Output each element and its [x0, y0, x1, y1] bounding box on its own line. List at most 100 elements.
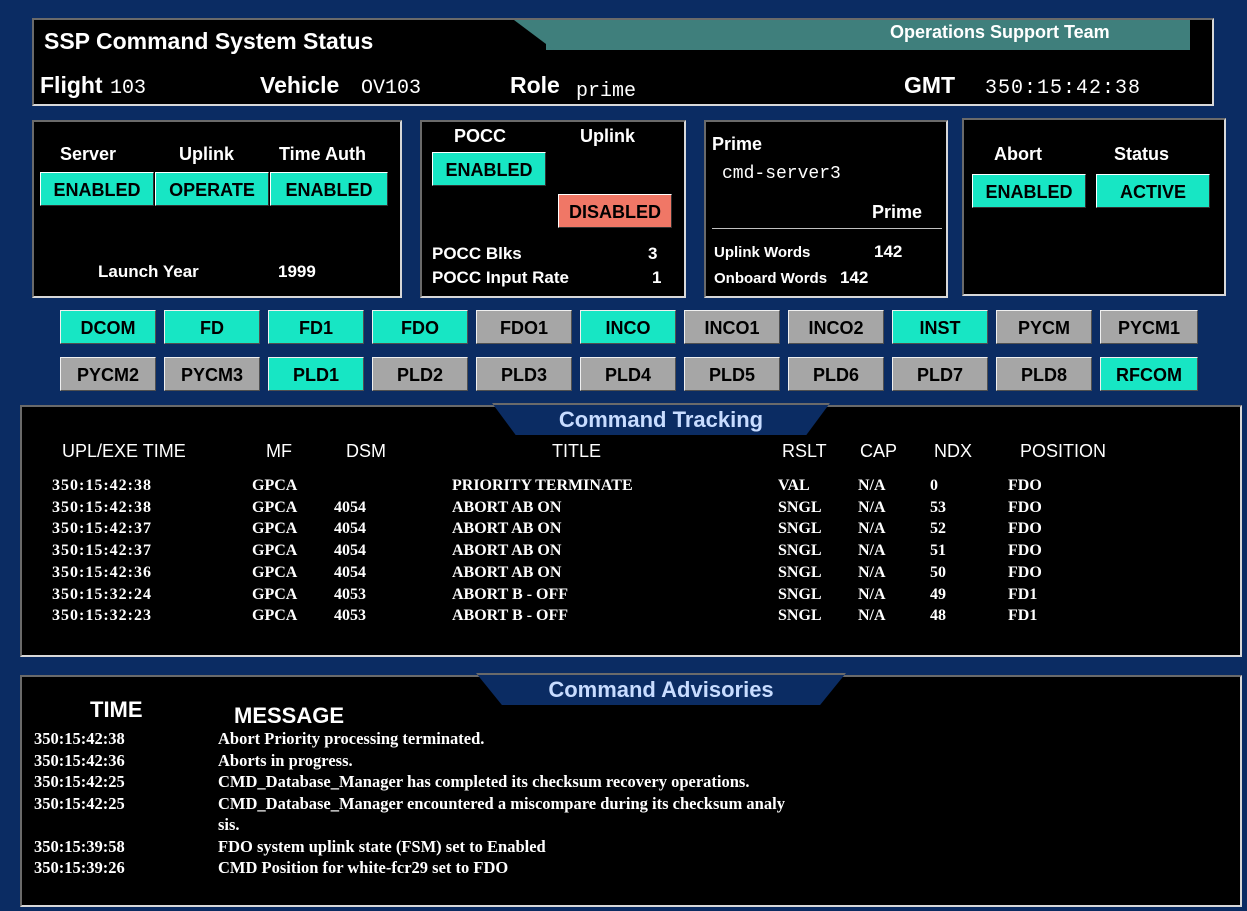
- position-button-pld7[interactable]: PLD7: [892, 357, 988, 391]
- tracking-cell-mf: GPCA: [252, 542, 298, 560]
- advisory-row: 350:15:42:36 Aborts in progress.: [34, 751, 353, 771]
- advisory-header-time: TIME: [90, 697, 143, 722]
- advisory-message: sis.: [218, 815, 240, 834]
- tracking-cell-ndx: 52: [930, 520, 946, 538]
- tracking-row: 350:15:32:23 GPCA 4053 ABORT B - OFF SNGL N/A…: [22, 607, 1240, 627]
- advisory-row: sis.: [34, 815, 240, 835]
- role-label: Role: [510, 72, 560, 98]
- tracking-cell-cap: N/A: [858, 520, 886, 538]
- tracking-cell-cap: N/A: [858, 607, 886, 625]
- abort-label: Abort: [994, 144, 1042, 164]
- tracking-cell-time: 350:15:42:38: [52, 477, 152, 494]
- tracking-cell-mf: GPCA: [252, 477, 298, 494]
- tracking-cell-mf: GPCA: [252, 607, 298, 625]
- server-status-badge: ENABLED: [40, 172, 154, 206]
- tracking-cell-time: 350:15:42:38: [52, 498, 152, 516]
- advisory-time: 350:15:42:25: [34, 772, 125, 791]
- abort-panel: Abort Status ENABLED ACTIVE: [962, 118, 1226, 296]
- col-header-rslt: RSLT: [782, 441, 827, 461]
- tracking-row: 350:15:42:38 GPCA PRIORITY TERMINATE VAL N/A…: [22, 477, 1240, 497]
- position-button-pld4[interactable]: PLD4: [580, 357, 676, 391]
- uplink-words-label: Uplink Words: [714, 244, 811, 261]
- pocc-input-rate-label: POCC Input Rate: [432, 268, 569, 287]
- position-button-pld2[interactable]: PLD2: [372, 357, 468, 391]
- tracking-cell-title: ABORT AB ON: [452, 542, 562, 560]
- header-strip-slant: [514, 20, 554, 50]
- position-button-pycm3[interactable]: PYCM3: [164, 357, 260, 391]
- server-status-panel: Server Uplink Time Auth ENABLED OPERATE …: [32, 120, 402, 298]
- header-panel: SSP Command System Status Operations Sup…: [32, 18, 1214, 106]
- gmt-value: 350:15:42:38: [985, 77, 1142, 100]
- position-button-dcom[interactable]: DCOM: [60, 310, 156, 344]
- position-button-fdo[interactable]: FDO: [372, 310, 468, 344]
- prime-role-value: Prime: [872, 202, 923, 222]
- vehicle-label: Vehicle: [260, 72, 340, 98]
- position-button-pld6[interactable]: PLD6: [788, 357, 884, 391]
- tracking-cell-title: ABORT AB ON: [452, 563, 562, 581]
- tracking-cell-position: FD1: [1008, 607, 1038, 625]
- position-button-pycm[interactable]: PYCM: [996, 310, 1092, 344]
- tracking-cell-time: 350:15:32:23: [52, 607, 152, 625]
- advisory-time: 350:15:39:58: [34, 836, 125, 856]
- tracking-row: 350:15:42:37 GPCA 4054 ABORT AB ON SNGL N/A 52…: [22, 520, 1240, 540]
- status-badge: ACTIVE: [1096, 174, 1210, 208]
- tracking-cell-mf: GPCA: [252, 563, 298, 581]
- advisory-message: CMD Position for white-fcr29 set to FDO: [218, 858, 509, 877]
- uplink-words-value: 142: [874, 242, 903, 261]
- position-button-pycm1[interactable]: PYCM1: [1100, 310, 1198, 344]
- tracking-cell-title: ABORT AB ON: [452, 498, 562, 516]
- tracking-cell-cap: N/A: [858, 542, 886, 560]
- abort-status-label: Status: [1114, 144, 1170, 164]
- tracking-cell-mf: GPCA: [252, 498, 298, 516]
- tracking-cell-dsm: 4053: [334, 585, 366, 603]
- tracking-cell-dsm: 4054: [334, 542, 366, 560]
- position-button-fd1[interactable]: FD1: [268, 310, 364, 344]
- role-value: prime: [576, 80, 637, 103]
- tracking-cell-title: ABORT B - OFF: [452, 585, 569, 603]
- tracking-cell-time: 350:15:42:37: [52, 542, 152, 560]
- tracking-cell-rslt: SNGL: [778, 498, 822, 516]
- tracking-cell-ndx: 50: [930, 563, 946, 581]
- tracking-cell-rslt: SNGL: [778, 520, 822, 538]
- advisory-header-message: MESSAGE: [234, 703, 345, 728]
- tracking-cell-dsm: 4053: [334, 607, 366, 625]
- tracking-cell-rslt: SNGL: [778, 607, 822, 625]
- pocc-label: POCC: [454, 126, 507, 146]
- prime-label: Prime: [712, 134, 763, 154]
- tracking-cell-dsm: 4054: [334, 563, 366, 581]
- position-button-pld5[interactable]: PLD5: [684, 357, 780, 391]
- pocc-uplink-label: Uplink: [580, 126, 636, 146]
- pocc-status-badge: ENABLED: [432, 152, 546, 186]
- tracking-cell-position: FDO: [1008, 542, 1042, 560]
- advisory-row: 350:15:39:26 CMD Position for white-fcr29…: [34, 858, 508, 878]
- tracking-cell-ndx: 49: [930, 585, 946, 603]
- advisory-row: 350:15:42:25 CMD_Database_Manager encount…: [34, 794, 785, 814]
- tracking-cell-position: FDO: [1008, 520, 1042, 538]
- position-button-pld3[interactable]: PLD3: [476, 357, 572, 391]
- position-button-pycm2[interactable]: PYCM2: [60, 357, 156, 391]
- position-button-rfcom[interactable]: RFCOM: [1100, 357, 1198, 391]
- pocc-uplink-status-badge: DISABLED: [558, 194, 672, 228]
- command-tracking-panel: UPL/EXE TIME MF DSM TITLE RSLT CAP NDX P…: [20, 405, 1242, 657]
- tracking-cell-cap: N/A: [858, 498, 886, 516]
- position-button-fd[interactable]: FD: [164, 310, 260, 344]
- tracking-cell-rslt: VAL: [778, 477, 810, 494]
- vehicle-value: OV103: [361, 77, 422, 100]
- tracking-cell-rslt: SNGL: [778, 542, 822, 560]
- command-advisories-panel: TIME MESSAGE 350:15:42:38 Abort Priority …: [20, 675, 1242, 907]
- position-button-inco1[interactable]: INCO1: [684, 310, 780, 344]
- prime-panel: Prime cmd-server3 Prime Uplink Words 142…: [704, 120, 948, 298]
- position-button-pld1[interactable]: PLD1: [268, 357, 364, 391]
- tracking-cell-cap: N/A: [858, 585, 886, 603]
- gmt-label: GMT: [904, 72, 956, 98]
- position-button-pld8[interactable]: PLD8: [996, 357, 1092, 391]
- position-button-inco2[interactable]: INCO2: [788, 310, 884, 344]
- app-title: SSP Command System Status: [44, 28, 374, 54]
- command-advisories-title: Command Advisories: [476, 673, 846, 705]
- tracking-cell-ndx: 51: [930, 542, 946, 560]
- position-button-inst[interactable]: INST: [892, 310, 988, 344]
- position-button-fdo1[interactable]: FDO1: [476, 310, 572, 344]
- advisory-time: 350:15:42:25: [34, 793, 125, 813]
- prime-server-name: cmd-server3: [722, 164, 841, 184]
- position-button-inco[interactable]: INCO: [580, 310, 676, 344]
